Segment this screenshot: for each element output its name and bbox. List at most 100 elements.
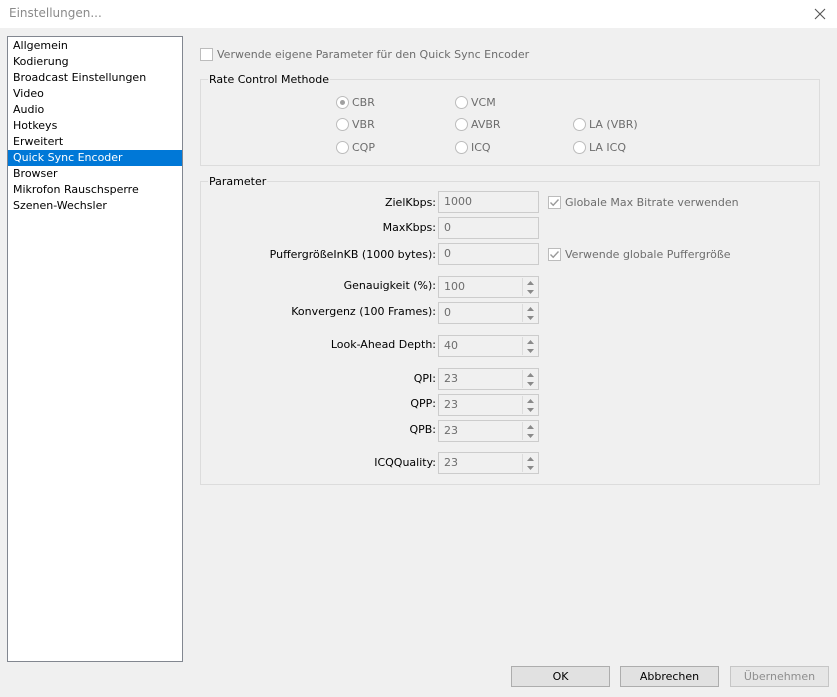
close-icon xyxy=(814,8,826,20)
radio-icq[interactable]: ICQ xyxy=(455,141,491,154)
spin-up-icon[interactable] xyxy=(523,396,537,405)
radio-icq-label: ICQ xyxy=(471,141,491,154)
zielkbps-label: ZielKbps: xyxy=(384,196,436,209)
radio-la-icq[interactable]: LA ICQ xyxy=(573,141,626,154)
qpp-spinbox[interactable]: 23 xyxy=(438,394,539,416)
global-bitrate-checkbox-row[interactable]: Globale Max Bitrate verwenden xyxy=(548,196,739,209)
radio-icq-circle[interactable] xyxy=(455,141,468,154)
spin-down-icon[interactable] xyxy=(523,313,537,322)
icqquality-spinbox[interactable]: 23 xyxy=(438,452,539,474)
sidebar-item-szenen-wechsler[interactable]: Szenen-Wechsler xyxy=(8,198,182,214)
spin-up-icon[interactable] xyxy=(523,337,537,346)
radio-cbr-circle[interactable] xyxy=(336,96,349,109)
lookahead-value: 40 xyxy=(444,339,458,352)
lookahead-label: Look-Ahead Depth: xyxy=(330,338,436,351)
puffer-input[interactable]: 0 xyxy=(438,243,539,265)
custom-params-checkbox-row[interactable]: Verwende eigene Parameter für den Quick … xyxy=(200,48,529,61)
window-title: Einstellungen... xyxy=(9,6,102,20)
radio-la-icq-label: LA ICQ xyxy=(589,141,626,154)
rate-control-title: Rate Control Methode xyxy=(208,73,331,86)
qpi-spinbox[interactable]: 23 xyxy=(438,368,539,390)
qpb-spinbox[interactable]: 23 xyxy=(438,420,539,442)
genauigkeit-value: 100 xyxy=(444,280,465,293)
close-button[interactable] xyxy=(803,0,837,28)
konvergenz-spinbox[interactable]: 0 xyxy=(438,302,539,324)
radio-la-icq-circle[interactable] xyxy=(573,141,586,154)
spin-up-icon[interactable] xyxy=(523,278,537,287)
radio-la-vbr-circle[interactable] xyxy=(573,118,586,131)
lookahead-spinbox[interactable]: 40 xyxy=(438,335,539,357)
qpp-value: 23 xyxy=(444,398,458,411)
genauigkeit-label: Genauigkeit (%): xyxy=(343,279,436,292)
sidebar-item-mikrofon[interactable]: Mikrofon Rauschsperre xyxy=(8,182,182,198)
title-bar: Einstellungen... xyxy=(0,0,837,28)
radio-cbr-label: CBR xyxy=(352,96,375,109)
konvergenz-spinner[interactable] xyxy=(522,304,537,322)
sidebar-item-hotkeys[interactable]: Hotkeys xyxy=(8,118,182,134)
spin-up-icon[interactable] xyxy=(523,370,537,379)
cancel-button[interactable]: Abbrechen xyxy=(620,666,719,687)
genauigkeit-spinner[interactable] xyxy=(522,278,537,296)
spin-down-icon[interactable] xyxy=(523,431,537,440)
radio-la-vbr-label: LA (VBR) xyxy=(589,118,638,131)
spin-down-icon[interactable] xyxy=(523,379,537,388)
sidebar-item-erweitert[interactable]: Erweitert xyxy=(8,134,182,150)
icqquality-label: ICQQuality: xyxy=(374,456,436,469)
radio-cqp-label: CQP xyxy=(352,141,375,154)
rate-control-group: Rate Control Methode xyxy=(200,73,820,166)
maxkbps-label: MaxKbps: xyxy=(382,221,436,234)
konvergenz-label: Konvergenz (100 Frames): xyxy=(291,305,436,318)
qpp-spinner[interactable] xyxy=(522,396,537,414)
radio-cqp[interactable]: CQP xyxy=(336,141,375,154)
genauigkeit-spinbox[interactable]: 100 xyxy=(438,276,539,298)
radio-la-vbr[interactable]: LA (VBR) xyxy=(573,118,638,131)
spin-down-icon[interactable] xyxy=(523,463,537,472)
qpi-spinner[interactable] xyxy=(522,370,537,388)
custom-params-label: Verwende eigene Parameter für den Quick … xyxy=(217,48,530,61)
sidebar-item-audio[interactable]: Audio xyxy=(8,102,182,118)
maxkbps-input[interactable]: 0 xyxy=(438,217,539,239)
spin-down-icon[interactable] xyxy=(523,346,537,355)
radio-cqp-circle[interactable] xyxy=(336,141,349,154)
apply-button[interactable]: Übernehmen xyxy=(730,666,829,687)
spin-down-icon[interactable] xyxy=(523,287,537,296)
sidebar-item-allgemein[interactable]: Allgemein xyxy=(8,38,182,54)
puffer-label: PuffergrößeInKB (1000 bytes): xyxy=(269,248,436,261)
radio-vbr-circle[interactable] xyxy=(336,118,349,131)
qpi-label: QPI: xyxy=(413,372,436,385)
spin-down-icon[interactable] xyxy=(523,405,537,414)
ok-button[interactable]: OK xyxy=(511,666,610,687)
global-buffer-checkbox[interactable] xyxy=(548,248,561,261)
radio-vcm-circle[interactable] xyxy=(455,96,468,109)
checkmark-icon xyxy=(550,251,560,259)
sidebar-item-broadcast[interactable]: Broadcast Einstellungen xyxy=(8,70,182,86)
icqquality-value: 23 xyxy=(444,456,458,469)
lookahead-spinner[interactable] xyxy=(522,337,537,355)
sidebar-item-browser[interactable]: Browser xyxy=(8,166,182,182)
spin-up-icon[interactable] xyxy=(523,304,537,313)
radio-avbr-circle[interactable] xyxy=(455,118,468,131)
radio-vbr[interactable]: VBR xyxy=(336,118,375,131)
radio-avbr[interactable]: AVBR xyxy=(455,118,501,131)
sidebar-item-video[interactable]: Video xyxy=(8,86,182,102)
sidebar-item-kodierung[interactable]: Kodierung xyxy=(8,54,182,70)
radio-avbr-label: AVBR xyxy=(471,118,501,131)
global-bitrate-checkbox[interactable] xyxy=(548,196,561,209)
sidebar-item-quick-sync-encoder[interactable]: Quick Sync Encoder xyxy=(8,150,182,166)
radio-vcm[interactable]: VCM xyxy=(455,96,496,109)
spin-up-icon[interactable] xyxy=(523,422,537,431)
zielkbps-input[interactable]: 1000 xyxy=(438,191,539,213)
radio-vbr-label: VBR xyxy=(352,118,375,131)
icqquality-spinner[interactable] xyxy=(522,454,537,472)
radio-vcm-label: VCM xyxy=(471,96,496,109)
qpi-value: 23 xyxy=(444,372,458,385)
radio-cbr[interactable]: CBR xyxy=(336,96,375,109)
global-bitrate-label: Globale Max Bitrate verwenden xyxy=(565,196,739,209)
settings-sidebar: Allgemein Kodierung Broadcast Einstellun… xyxy=(7,36,183,662)
spin-up-icon[interactable] xyxy=(523,454,537,463)
qpp-label: QPP: xyxy=(410,397,436,410)
konvergenz-value: 0 xyxy=(444,306,451,319)
custom-params-checkbox[interactable] xyxy=(200,48,213,61)
qpb-spinner[interactable] xyxy=(522,422,537,440)
global-buffer-checkbox-row[interactable]: Verwende globale Puffergröße xyxy=(548,248,731,261)
